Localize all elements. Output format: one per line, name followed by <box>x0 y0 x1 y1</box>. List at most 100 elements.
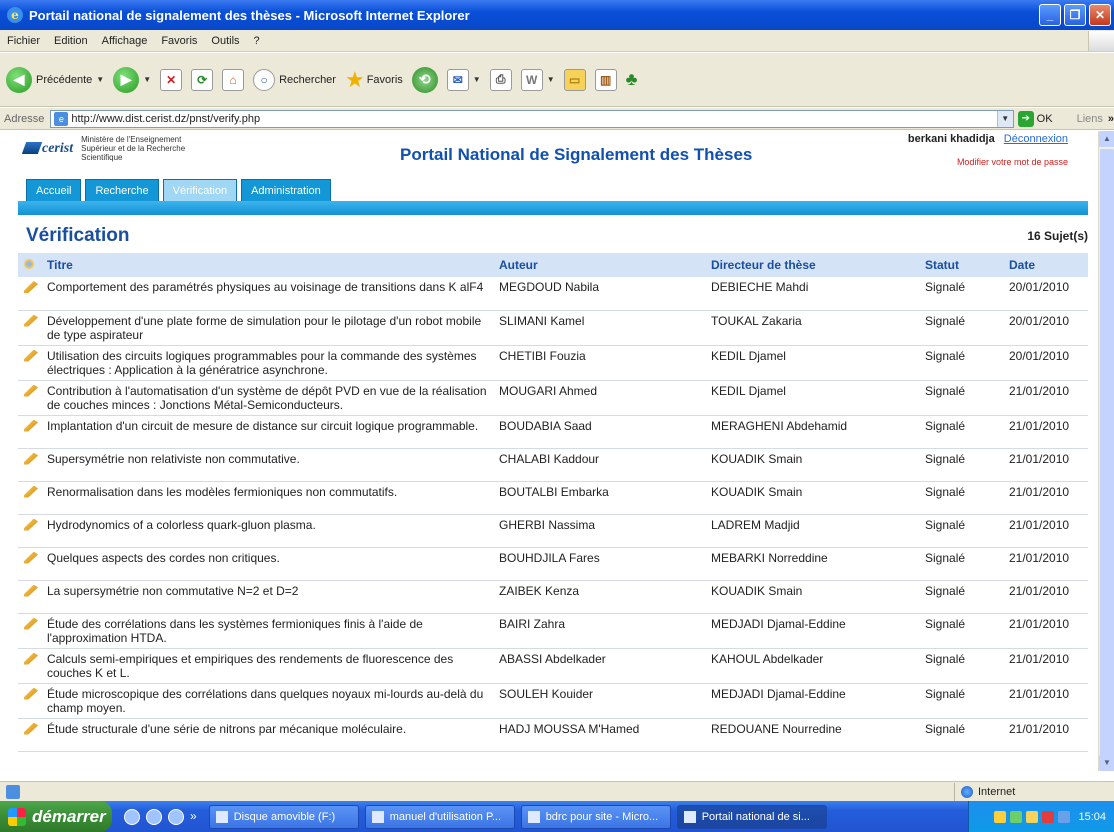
back-button[interactable]: ◀ Précédente ▼ <box>6 66 104 93</box>
ie-icon: e <box>7 7 23 23</box>
star-icon: ★ <box>344 66 365 92</box>
cell-statut: Signalé <box>920 613 1004 649</box>
cell-titre: Supersymétrie non relativiste non commut… <box>42 448 494 482</box>
cell-statut: Signalé <box>920 448 1004 482</box>
pencil-icon[interactable] <box>24 384 38 397</box>
tab-administration[interactable]: Administration <box>241 179 331 201</box>
pencil-icon[interactable] <box>24 485 38 498</box>
table-row[interactable]: Étude des corrélations dans les systèmes… <box>18 613 1088 649</box>
go-button[interactable]: ➔ OK <box>1017 110 1053 127</box>
research-button[interactable]: ▥ <box>594 68 617 91</box>
tab-recherche[interactable]: Recherche <box>85 179 159 201</box>
pencil-icon[interactable] <box>24 652 38 665</box>
table-row[interactable]: Utilisation des circuits logiques progra… <box>18 345 1088 381</box>
row-edit-cell <box>18 380 42 416</box>
task-disque[interactable]: Disque amovible (F:) <box>208 804 359 829</box>
table-row[interactable]: Implantation d'un circuit de mesure de d… <box>18 415 1088 449</box>
scroll-up-button[interactable]: ▲ <box>1099 131 1114 147</box>
menu-help[interactable]: ? <box>247 35 267 47</box>
table-row[interactable]: Quelques aspects des cordes non critique… <box>18 547 1088 581</box>
pencil-icon[interactable] <box>24 617 38 630</box>
table-row[interactable]: Étude microscopique des corrélations dan… <box>18 683 1088 719</box>
table-row[interactable]: Développement d'une plate forme de simul… <box>18 310 1088 346</box>
table-row[interactable]: Calculs semi-empiriques et empiriques de… <box>18 648 1088 684</box>
pencil-icon[interactable] <box>24 452 38 465</box>
logout-link[interactable]: Déconnexion <box>1004 133 1068 145</box>
table-row[interactable]: Comportement des paramétrés physiques au… <box>18 277 1088 311</box>
pencil-icon[interactable] <box>24 314 38 327</box>
cell-titre: Développement d'une plate forme de simul… <box>42 310 494 346</box>
task-bdrc[interactable]: bdrc pour site - Micro... <box>520 804 671 829</box>
tab-accueil[interactable]: Accueil <box>26 179 82 201</box>
cell-auteur: CHETIBI Fouzia <box>494 345 706 381</box>
history-button[interactable]: ⟲ <box>411 66 438 93</box>
tray-app-icon[interactable] <box>1058 810 1071 823</box>
cell-directeur: KEDIL Djamel <box>706 380 920 416</box>
cell-directeur: TOUKAL Zakaria <box>706 310 920 346</box>
search-button[interactable]: ○ Rechercher <box>253 68 336 91</box>
mail-button[interactable]: ✉ ▼ <box>446 68 481 91</box>
home-button[interactable]: ⌂ <box>222 68 245 91</box>
table-row[interactable]: Supersymétrie non relativiste non commut… <box>18 448 1088 482</box>
pencil-icon[interactable] <box>24 281 38 293</box>
menu-fichier[interactable]: Fichier <box>0 35 47 47</box>
chevron-right-icon[interactable]: » <box>190 809 197 825</box>
antivirus-icon[interactable] <box>1042 810 1055 823</box>
links-label[interactable]: Liens <box>1077 113 1103 125</box>
quick-launch-icon[interactable] <box>168 808 184 825</box>
close-button[interactable]: ✕ <box>1089 4 1111 26</box>
pencil-icon[interactable] <box>24 722 38 735</box>
scroll-thumb[interactable] <box>1100 149 1114 769</box>
tray-app-icon[interactable] <box>1026 810 1039 823</box>
column-auteur[interactable]: Auteur <box>494 253 706 277</box>
table-row[interactable]: La supersymétrie non commutative N=2 et … <box>18 580 1088 614</box>
row-edit-cell <box>18 481 42 515</box>
column-titre[interactable]: Titre <box>42 253 494 277</box>
vertical-scrollbar[interactable]: ▲ ▼ <box>1098 131 1114 771</box>
pencil-icon[interactable] <box>24 584 38 597</box>
menu-favoris[interactable]: Favoris <box>154 35 204 47</box>
table-row[interactable]: Étude structurale d'une série de nitrons… <box>18 718 1088 752</box>
column-date[interactable]: Date <box>1004 253 1088 277</box>
menu-affichage[interactable]: Affichage <box>95 35 155 47</box>
maximize-button[interactable]: ❐ <box>1064 4 1086 26</box>
pencil-icon[interactable] <box>24 349 38 362</box>
cell-date: 21/01/2010 <box>1004 514 1088 548</box>
network-icon[interactable] <box>1010 810 1023 823</box>
table-row[interactable]: Hydrodynomics of a colorless quark-gluon… <box>18 514 1088 548</box>
chevron-right-icon[interactable]: » <box>1108 113 1114 125</box>
menu-outils[interactable]: Outils <box>204 35 246 47</box>
table-row[interactable]: Renormalisation dans les modèles fermion… <box>18 481 1088 515</box>
refresh-button[interactable]: ⟳ <box>191 68 214 91</box>
tab-verification[interactable]: Vérification <box>162 179 238 201</box>
row-edit-cell <box>18 613 42 649</box>
change-password-link[interactable]: Modifier votre mot de passe <box>957 157 1068 167</box>
minimize-button[interactable]: _ <box>1039 4 1061 26</box>
task-portail[interactable]: Portail national de si... <box>676 804 827 829</box>
quick-launch-icon[interactable] <box>146 808 162 825</box>
pencil-icon[interactable] <box>24 419 38 432</box>
folder-button[interactable]: ▭ <box>563 68 586 91</box>
column-directeur[interactable]: Directeur de thèse <box>706 253 920 277</box>
table-row[interactable]: Contribution à l'automatisation d'un sys… <box>18 380 1088 416</box>
pencil-icon[interactable] <box>24 551 38 564</box>
quick-launch-icon[interactable] <box>124 808 140 825</box>
forward-button[interactable]: ▶ ▼ <box>113 66 151 93</box>
address-url[interactable]: http://www.dist.cerist.dz/pnst/verify.ph… <box>71 113 996 125</box>
menu-edition[interactable]: Edition <box>47 35 95 47</box>
task-manuel[interactable]: manuel d'utilisation P... <box>364 804 515 829</box>
stop-button[interactable]: ✕ <box>160 68 183 91</box>
shield-icon[interactable] <box>994 810 1007 823</box>
edit-button[interactable]: W ▼ <box>520 68 555 91</box>
address-field[interactable]: e http://www.dist.cerist.dz/pnst/verify.… <box>50 109 1014 128</box>
pencil-icon[interactable] <box>24 518 38 531</box>
address-dropdown[interactable]: ▼ <box>996 110 1013 127</box>
favorites-button[interactable]: ★ Favoris <box>345 67 403 93</box>
column-statut[interactable]: Statut <box>920 253 1004 277</box>
messenger-button[interactable]: ♣ <box>626 69 638 90</box>
print-button[interactable]: ⎙ <box>489 68 512 91</box>
cerist-logo[interactable]: cerist Ministère de l'Enseignement Supér… <box>21 135 185 162</box>
pencil-icon[interactable] <box>24 687 38 700</box>
scroll-down-button[interactable]: ▼ <box>1099 755 1114 771</box>
start-button[interactable]: démarrer <box>0 801 112 832</box>
